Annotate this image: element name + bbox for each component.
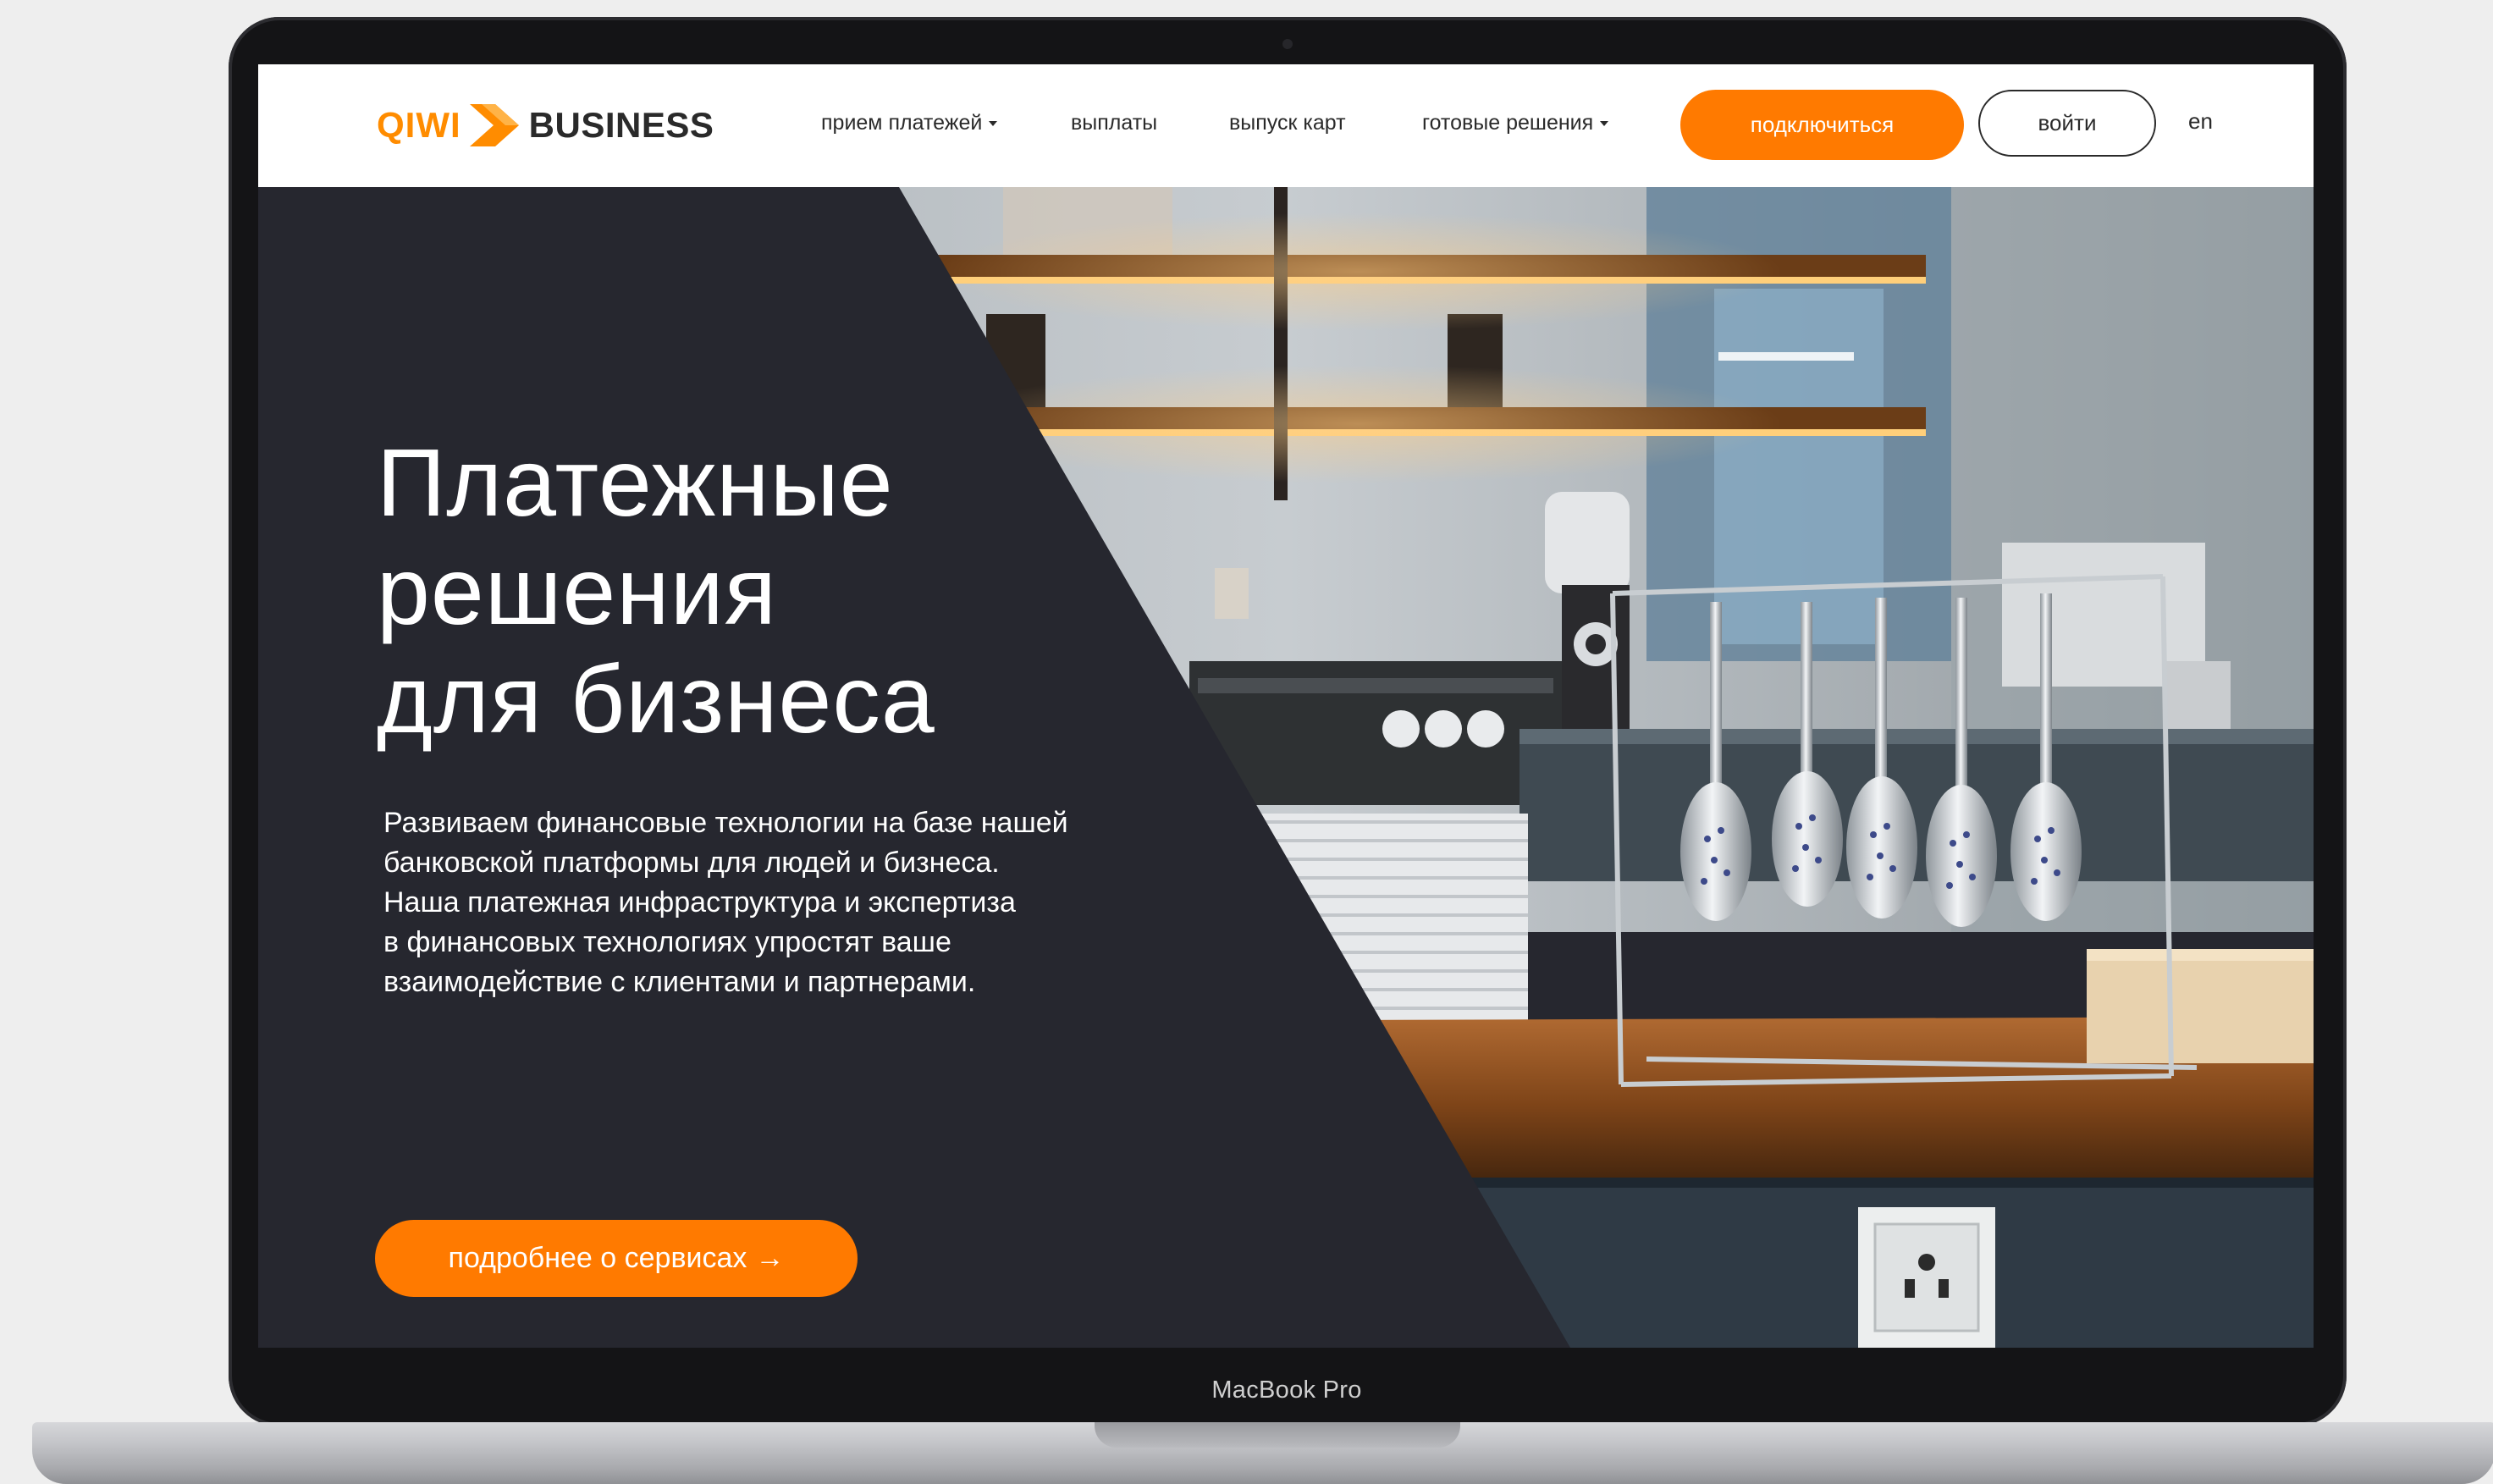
arrow-right-icon: → xyxy=(755,1242,785,1274)
services-details-button[interactable]: подробнее о сервисах → xyxy=(375,1220,858,1297)
hero-section: Платежные решения для бизнеса Развиваем … xyxy=(258,187,2314,1348)
nav-item-label: выплаты xyxy=(1071,111,1158,135)
hero-title-line: Платежные xyxy=(377,429,894,536)
hero-description-line: банковской платформы для людей и бизнеса… xyxy=(383,847,1000,879)
hero-description-line: Наша платежная инфраструктура и эксперти… xyxy=(383,886,1016,919)
nav-item-payments[interactable]: прием платежей xyxy=(821,111,998,135)
hero-description: Развиваем финансовые технологии на базе … xyxy=(383,803,1145,1002)
laptop-notch xyxy=(1095,1422,1460,1448)
site-header: QIWI BUSINESS прием платежей выплаты вып… xyxy=(258,64,2314,188)
logo-brand: QIWI xyxy=(377,105,461,145)
hero-title-line: для бизнеса xyxy=(377,646,935,753)
nav-item-label: прием платежей xyxy=(821,111,983,135)
nav-item-solutions[interactable]: готовые решения xyxy=(1422,111,1609,135)
hero-description-line: взаимодействие с клиентами и партнерами. xyxy=(383,966,976,998)
login-button[interactable]: войти xyxy=(1978,90,2156,157)
nav-item-label: готовые решения xyxy=(1422,111,1594,135)
power-outlet xyxy=(1858,1207,1995,1348)
cta-label: подробнее о сервисах xyxy=(448,1242,747,1274)
hero-title-line: решения xyxy=(377,538,777,644)
language-switch[interactable]: en xyxy=(2188,108,2213,135)
nav-item-cards[interactable]: выпуск карт xyxy=(1229,111,1346,135)
laptop-screen: QIWI BUSINESS прием платежей выплаты вып… xyxy=(258,64,2314,1348)
camera-icon xyxy=(1282,39,1293,49)
nav-item-payouts[interactable]: выплаты xyxy=(1071,111,1157,135)
hero-title: Платежные решения для бизнеса xyxy=(377,428,1139,753)
device-label: MacBook Pro xyxy=(1211,1376,1362,1404)
nav-item-label: выпуск карт xyxy=(1229,111,1346,135)
logo-product: BUSINESS xyxy=(528,105,714,145)
caret-down-icon xyxy=(989,120,998,126)
caret-down-icon xyxy=(1600,120,1609,126)
hero-description-line: Развиваем финансовые технологии на базе … xyxy=(383,807,1068,839)
hero-description-line: в финансовых технологиях упростят ваше xyxy=(383,926,951,958)
qiwi-chevron-icon xyxy=(469,104,519,146)
qiwi-business-logo[interactable]: QIWI BUSINESS xyxy=(377,100,714,151)
connect-button[interactable]: подключиться xyxy=(1680,90,1964,160)
